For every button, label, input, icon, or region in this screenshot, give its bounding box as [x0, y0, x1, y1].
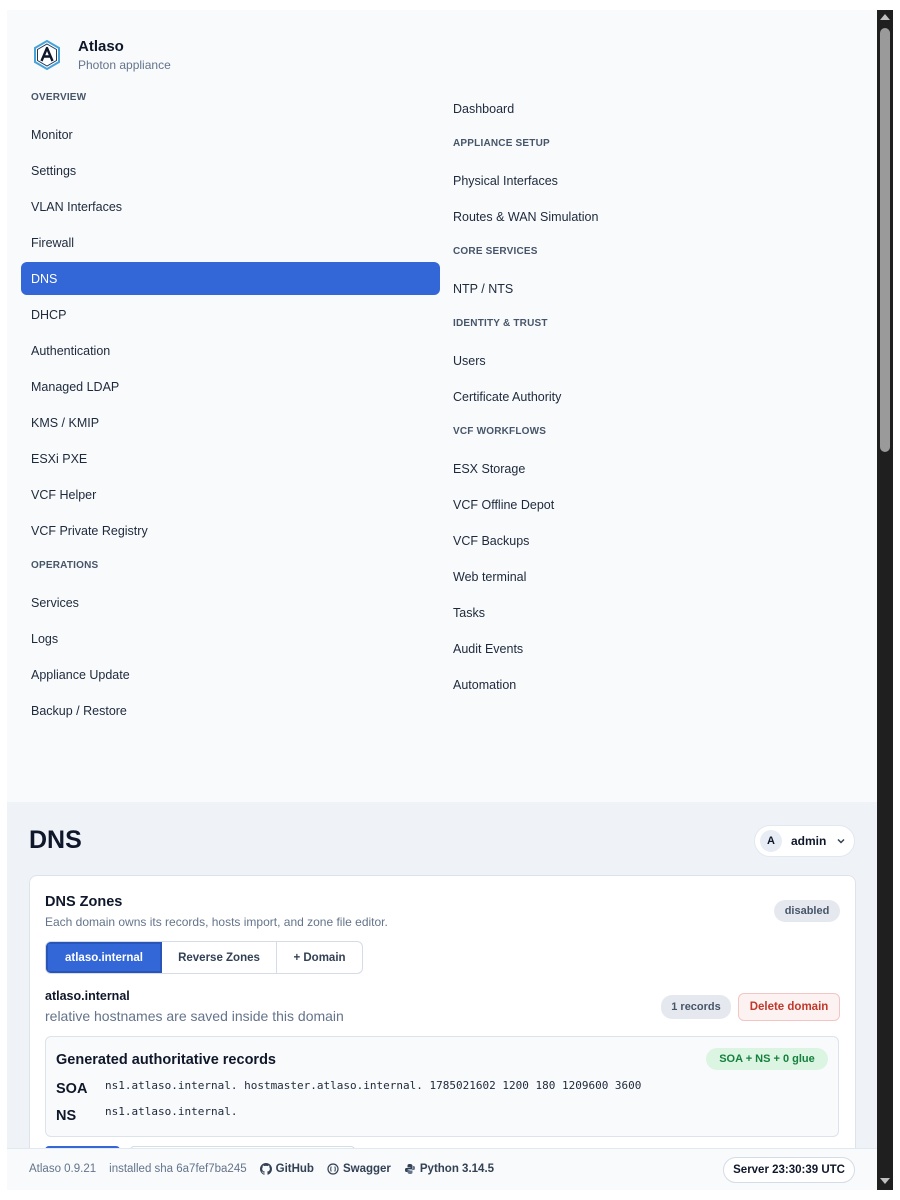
sidebar-item-routes-wan-simulation[interactable]: Routes & WAN Simulation [443, 200, 863, 233]
avatar: A [760, 830, 782, 852]
record-type-soa: SOA [56, 1081, 88, 1097]
sidebar-item-automation[interactable]: Automation [443, 668, 863, 701]
domain-note: relative hostnames are saved inside this… [45, 1008, 344, 1024]
scroll-up-arrow-icon[interactable] [880, 14, 890, 20]
sidebar-item-firewall[interactable]: Firewall [21, 226, 440, 259]
sidebar-item-managed-ldap[interactable]: Managed LDAP [21, 370, 440, 403]
brand-title: Atlaso [78, 38, 124, 55]
record-value-ns: ns1.atlaso.internal. [105, 1105, 238, 1118]
generated-records-title: Generated authoritative records [56, 1052, 276, 1068]
brand-subtitle: Photon appliance [78, 58, 171, 72]
user-name: admin [791, 834, 827, 848]
footer: Atlaso 0.9.21 installed sha 6a7fef7ba245… [7, 1148, 877, 1190]
sidebar-item-dhcp[interactable]: DHCP [21, 298, 440, 331]
nav-section-core-services: CORE SERVICES [453, 246, 538, 257]
sidebar-item-tasks[interactable]: Tasks [443, 596, 863, 629]
app-version: Atlaso 0.9.21 [29, 1163, 97, 1175]
sidebar-item-vlan-interfaces[interactable]: VLAN Interfaces [21, 190, 440, 223]
sidebar-item-vcf-private-registry[interactable]: VCF Private Registry [21, 514, 440, 547]
swagger-link[interactable]: Swagger [327, 1163, 391, 1175]
sidebar-item-settings[interactable]: Settings [21, 154, 440, 187]
record-type-ns: NS [56, 1108, 77, 1124]
sidebar-item-esx-storage[interactable]: ESX Storage [443, 452, 863, 485]
card-subtitle: Each domain owns its records, hosts impo… [45, 915, 388, 929]
github-label: GitHub [275, 1163, 314, 1175]
python-link[interactable]: Python 3.14.5 [404, 1163, 494, 1175]
nav-section-operations: OPERATIONS [31, 560, 99, 571]
installed-sha: installed sha 6a7fef7ba245 [109, 1163, 247, 1175]
sidebar-item-esxi-pxe[interactable]: ESXi PXE [21, 442, 440, 475]
zone-tabs: atlaso.internal Reverse Zones + Domain [45, 941, 363, 974]
nav-section-identity-trust: IDENTITY & TRUST [453, 318, 548, 329]
swagger-label: Swagger [342, 1163, 391, 1175]
sidebar-item-appliance-update[interactable]: Appliance Update [21, 658, 440, 691]
atlaso-logo-icon [34, 40, 60, 70]
user-menu-button[interactable]: A admin [754, 825, 855, 857]
page-title: DNS [29, 826, 82, 854]
sidebar-item-web-terminal[interactable]: Web terminal [443, 560, 863, 593]
sidebar-item-backup-restore[interactable]: Backup / Restore [21, 694, 440, 727]
nav-section-vcf-workflows: VCF WORKFLOWS [453, 426, 547, 437]
sidebar-item-dashboard[interactable]: Dashboard [443, 92, 863, 125]
github-link[interactable]: GitHub [259, 1163, 314, 1175]
domain-name: atlaso.internal [45, 989, 130, 1003]
tab-reverse-zones[interactable]: Reverse Zones [162, 942, 277, 973]
status-badge: disabled [774, 900, 840, 922]
nav-section-appliance-setup: APPLIANCE SETUP [453, 138, 550, 149]
python-icon [404, 1164, 415, 1174]
dns-zones-card: DNS Zones Each domain owns its records, … [29, 875, 856, 1148]
sidebar-item-authentication[interactable]: Authentication [21, 334, 440, 367]
records-count-badge: 1 records [661, 995, 731, 1019]
chevron-down-icon [837, 838, 845, 844]
sidebar-item-monitor[interactable]: Monitor [21, 118, 440, 151]
sidebar-item-certificate-authority[interactable]: Certificate Authority [443, 380, 863, 413]
sidebar: Atlaso Photon appliance OVERVIEW Monitor S… [7, 10, 877, 802]
server-time-badge: Server 23:30:39 UTC [723, 1157, 855, 1183]
swagger-icon [327, 1163, 339, 1175]
sidebar-item-dns[interactable]: DNS [21, 262, 440, 295]
main-content: DNS A admin DNS Zones Each domain owns i… [7, 802, 877, 1148]
tab-atlaso-internal[interactable]: atlaso.internal [46, 942, 162, 973]
card-title: DNS Zones [45, 894, 123, 910]
generated-records-panel: Generated authoritative records SOA + NS… [45, 1036, 839, 1137]
scrollbar-thumb[interactable] [880, 28, 890, 452]
nav-section-overview: OVERVIEW [31, 92, 87, 103]
sidebar-item-physical-interfaces[interactable]: Physical Interfaces [443, 164, 863, 197]
sidebar-item-users[interactable]: Users [443, 344, 863, 377]
sidebar-item-audit-events[interactable]: Audit Events [443, 632, 863, 665]
sidebar-item-logs[interactable]: Logs [21, 622, 440, 655]
record-value-soa: ns1.atlaso.internal. hostmaster.atlaso.i… [105, 1079, 642, 1092]
sidebar-item-kms-kmip[interactable]: KMS / KMIP [21, 406, 440, 439]
sidebar-item-vcf-helper[interactable]: VCF Helper [21, 478, 440, 511]
add-domain-tab[interactable]: + Domain [277, 942, 362, 973]
github-icon [259, 1163, 272, 1175]
scroll-down-arrow-icon[interactable] [880, 1178, 890, 1184]
sidebar-item-ntp-nts[interactable]: NTP / NTS [443, 272, 863, 305]
delete-domain-button[interactable]: Delete domain [738, 993, 840, 1021]
python-label: Python 3.14.5 [419, 1163, 495, 1175]
sidebar-item-vcf-offline-depot[interactable]: VCF Offline Depot [443, 488, 863, 521]
records-summary-badge: SOA + NS + 0 glue [706, 1048, 828, 1070]
sidebar-item-vcf-backups[interactable]: VCF Backups [443, 524, 863, 557]
scrollbar[interactable] [877, 10, 893, 1190]
brand[interactable]: Atlaso Photon appliance [32, 37, 171, 73]
sidebar-item-services[interactable]: Services [21, 586, 440, 619]
